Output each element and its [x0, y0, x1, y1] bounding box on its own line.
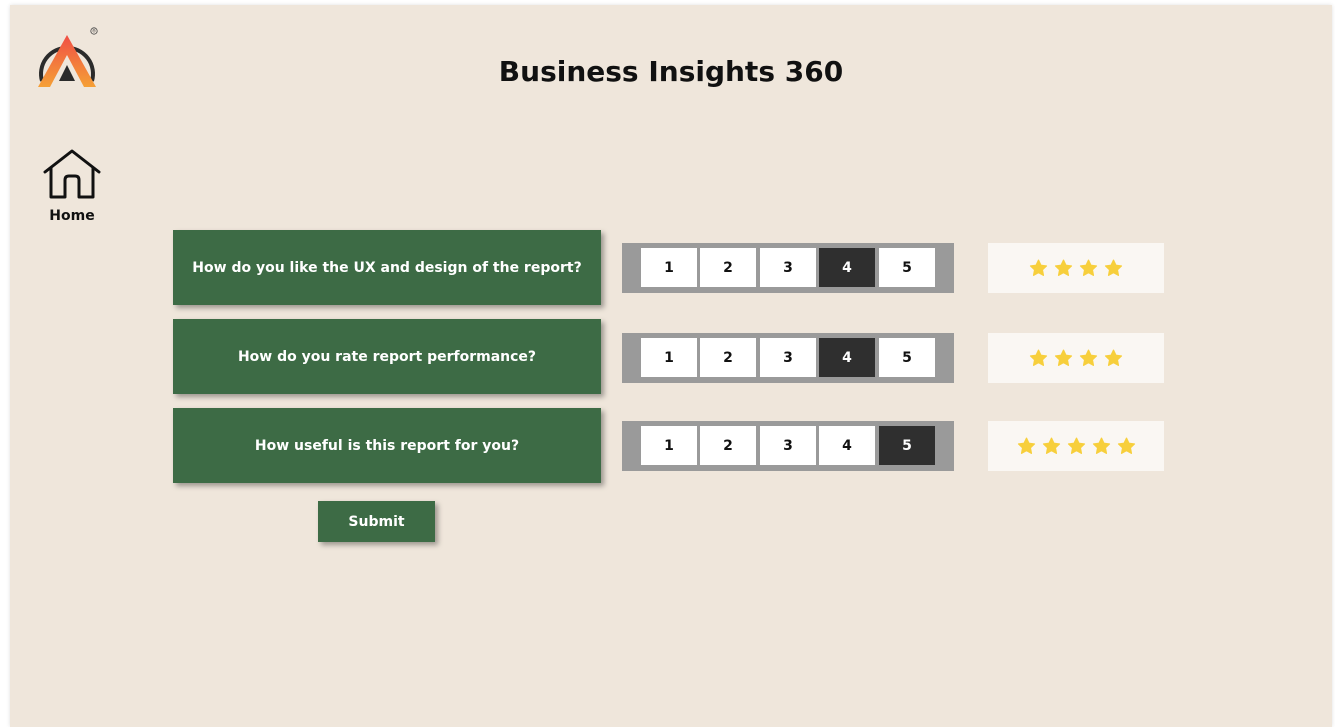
star-icon: [1067, 437, 1085, 454]
q3-option-5[interactable]: 5: [879, 426, 935, 465]
page-title: Business Insights 360: [498, 55, 844, 88]
q1-option-4[interactable]: 4: [819, 248, 875, 287]
star-icon: [1117, 437, 1135, 454]
question-2-card: How do you rate report performance?: [173, 319, 601, 394]
question-1-rating-scale: 1 2 3 4 5: [622, 243, 954, 293]
question-1-card: How do you like the UX and design of the…: [173, 230, 601, 305]
star-icon: [1029, 349, 1048, 366]
question-3-stars: [988, 421, 1164, 471]
star-icon: [1079, 259, 1098, 276]
question-2-text: How do you rate report performance?: [237, 348, 537, 365]
home-label: Home: [49, 208, 95, 224]
q2-option-4[interactable]: 4: [819, 338, 875, 377]
q2-option-5[interactable]: 5: [879, 338, 935, 377]
question-2-rating-scale: 1 2 3 4 5: [622, 333, 954, 383]
q3-option-4[interactable]: 4: [819, 426, 875, 465]
q1-option-5[interactable]: 5: [879, 248, 935, 287]
star-icon: [1079, 349, 1098, 366]
star-icon: [1017, 437, 1035, 454]
star-icon: [1054, 259, 1073, 276]
q1-option-1[interactable]: 1: [641, 248, 697, 287]
star-icon: [1029, 259, 1048, 276]
submit-button[interactable]: Submit: [318, 501, 435, 542]
q1-option-3[interactable]: 3: [760, 248, 816, 287]
q1-option-2[interactable]: 2: [700, 248, 756, 287]
star-icon: [1104, 349, 1123, 366]
star-icon: [1092, 437, 1110, 454]
q2-option-3[interactable]: 3: [760, 338, 816, 377]
q2-option-2[interactable]: 2: [700, 338, 756, 377]
q3-option-3[interactable]: 3: [760, 426, 816, 465]
star-icon: [1054, 349, 1073, 366]
q2-option-1[interactable]: 1: [641, 338, 697, 377]
report-page: ® Business Insights 360 Home How do you …: [10, 5, 1332, 727]
registered-mark: ®: [92, 28, 97, 35]
question-2-stars: [988, 333, 1164, 383]
star-icon: [1104, 259, 1123, 276]
q3-option-2[interactable]: 2: [700, 426, 756, 465]
house-icon: [43, 149, 101, 199]
question-3-card: How useful is this report for you?: [173, 408, 601, 483]
question-1-stars: [988, 243, 1164, 293]
question-3-rating-scale: 1 2 3 4 5: [622, 421, 954, 471]
home-nav-button[interactable]: Home: [40, 148, 104, 224]
question-1-text: How do you like the UX and design of the…: [192, 259, 582, 276]
star-icon: [1042, 437, 1060, 454]
q3-option-1[interactable]: 1: [641, 426, 697, 465]
question-3-text: How useful is this report for you?: [254, 437, 520, 454]
